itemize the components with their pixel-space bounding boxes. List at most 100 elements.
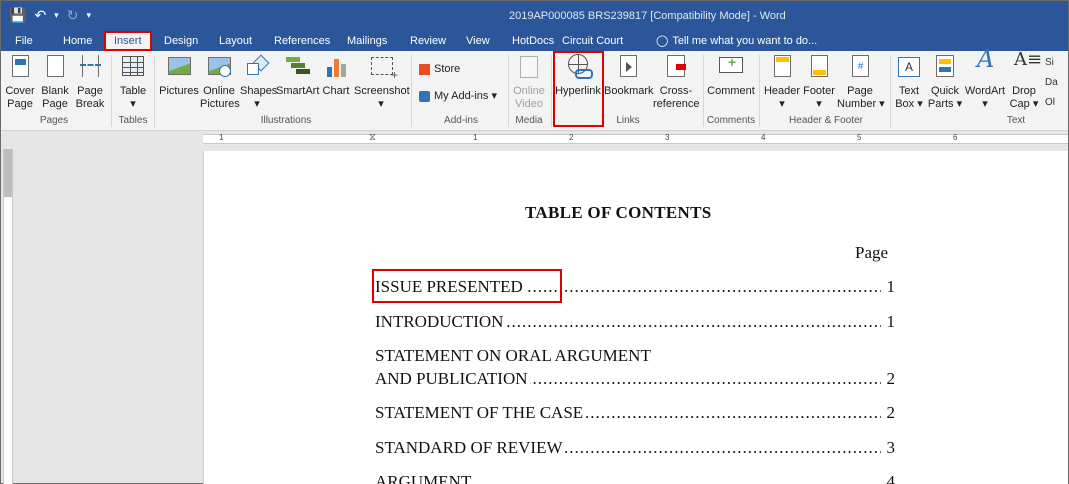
lightbulb-icon: ◯ bbox=[656, 35, 669, 47]
online-pictures-button[interactable]: Online Pictures bbox=[200, 53, 240, 111]
cross-reference-button[interactable]: Cross- reference bbox=[653, 53, 699, 111]
ruler-number: 5 bbox=[857, 133, 862, 142]
group-separator bbox=[759, 55, 760, 127]
vertical-ruler[interactable] bbox=[3, 149, 13, 484]
pictures-button[interactable]: Pictures bbox=[159, 53, 199, 98]
quick-parts-icon bbox=[936, 55, 954, 77]
group-label-tables: Tables bbox=[118, 115, 148, 126]
tab-home[interactable]: Home bbox=[63, 33, 92, 51]
smartart-button[interactable]: SmartArt bbox=[276, 53, 319, 98]
cover-page-button[interactable]: Cover Page bbox=[3, 53, 37, 111]
group-label-header-footer: Header & Footer bbox=[789, 115, 863, 126]
footer-button[interactable]: Footer ▾ bbox=[802, 53, 836, 111]
tab-view[interactable]: View bbox=[466, 33, 490, 51]
group-separator bbox=[111, 55, 112, 127]
drop-cap-button[interactable]: A≡ Drop Cap ▾ bbox=[1007, 49, 1043, 111]
tab-insert[interactable]: Insert bbox=[104, 31, 152, 51]
group-separator bbox=[411, 55, 412, 127]
blank-page-icon bbox=[47, 55, 64, 77]
toc-entry[interactable]: ........................................… bbox=[375, 312, 895, 334]
object-button[interactable]: Ol bbox=[1045, 97, 1055, 108]
shapes-icon bbox=[247, 54, 270, 77]
date-time-button[interactable]: Da bbox=[1045, 77, 1058, 88]
ruler-number: 2 bbox=[569, 133, 574, 142]
ribbon-insert: Cover Page Blank Page Page Break Pages T… bbox=[1, 45, 1068, 131]
hyperlink-highlight bbox=[553, 51, 604, 127]
group-separator bbox=[890, 55, 891, 127]
tab-file[interactable]: File bbox=[15, 33, 33, 51]
page-break-button[interactable]: Page Break bbox=[75, 53, 105, 111]
toc-entry[interactable]: ........................................… bbox=[375, 403, 895, 425]
group-label-comments: Comments bbox=[706, 115, 756, 126]
online-video-button[interactable]: Online Video bbox=[512, 53, 546, 111]
page-number-button[interactable]: # Page Number ▾ bbox=[837, 53, 885, 111]
tell-me-text: Tell me what you want to do... bbox=[672, 35, 818, 47]
issue-presented-highlight bbox=[372, 269, 562, 303]
tab-mailings[interactable]: Mailings bbox=[347, 33, 387, 51]
undo-dropdown-icon[interactable]: ▾ bbox=[54, 5, 59, 25]
ruler-number: 6 bbox=[953, 133, 958, 142]
my-addins-button[interactable]: My Add-ins ▾ bbox=[419, 90, 505, 103]
group-separator bbox=[508, 55, 509, 127]
toc-entry[interactable]: ........................................… bbox=[375, 369, 895, 391]
pictures-icon bbox=[168, 57, 191, 75]
group-separator bbox=[154, 55, 155, 127]
tab-circuit-court[interactable]: Circuit Court bbox=[562, 33, 623, 51]
header-button[interactable]: Header ▾ bbox=[763, 53, 801, 111]
bookmark-button[interactable]: Bookmark bbox=[604, 53, 654, 98]
signature-line-button[interactable]: Si bbox=[1045, 57, 1054, 68]
toc-page-label: Page bbox=[855, 243, 889, 262]
comment-icon bbox=[719, 56, 743, 73]
toc-entry[interactable]: ........................................… bbox=[375, 472, 895, 484]
tab-references[interactable]: References bbox=[274, 33, 330, 51]
text-box-button[interactable]: A Text Box ▾ bbox=[894, 53, 924, 111]
toc-entry[interactable]: ........................................… bbox=[375, 438, 895, 460]
text-box-icon: A bbox=[898, 57, 920, 77]
header-icon bbox=[774, 55, 791, 77]
wordart-icon: A bbox=[977, 45, 995, 73]
table-icon bbox=[122, 56, 144, 76]
table-button[interactable]: Table ▾ bbox=[118, 53, 148, 111]
shapes-button[interactable]: Shapes ▾ bbox=[240, 53, 277, 111]
group-label-addins: Add-ins bbox=[444, 115, 478, 126]
cross-reference-icon bbox=[667, 55, 686, 77]
footer-icon bbox=[811, 55, 828, 77]
online-video-icon bbox=[520, 56, 538, 78]
horizontal-ruler[interactable] bbox=[1, 131, 1068, 147]
indent-marker-icon[interactable]: ⧖ bbox=[369, 132, 376, 143]
store-button[interactable]: Store bbox=[419, 63, 499, 76]
ruler-number: 1 bbox=[219, 133, 224, 142]
group-label-illustrations: Illustrations bbox=[260, 115, 312, 126]
toc-entry-line1[interactable]: STATEMENT ON ORAL ARGUMENT bbox=[375, 346, 651, 366]
redo-icon[interactable]: ↻ bbox=[67, 5, 79, 25]
customize-icon[interactable]: ▾ bbox=[86, 5, 91, 25]
save-icon[interactable]: 💾 bbox=[9, 5, 26, 25]
chart-button[interactable]: Chart bbox=[321, 53, 351, 98]
comment-button[interactable]: Comment bbox=[707, 53, 755, 98]
page-break-icon bbox=[80, 55, 101, 77]
screenshot-button[interactable]: Screenshot ▾ bbox=[354, 53, 410, 111]
screenshot-icon bbox=[371, 57, 398, 82]
cover-page-icon bbox=[12, 55, 29, 77]
tell-me-search[interactable]: ◯ Tell me what you want to do... bbox=[656, 33, 817, 51]
undo-icon[interactable]: ↶ bbox=[34, 5, 46, 25]
ruler-number: 4 bbox=[761, 133, 766, 142]
group-separator bbox=[703, 55, 704, 127]
ruler-number: 3 bbox=[665, 133, 670, 142]
ribbon-tabs: File Home Insert Design Layout Reference… bbox=[1, 31, 1068, 51]
bookmark-icon bbox=[620, 55, 637, 77]
toc-title: TABLE OF CONTENTS bbox=[525, 203, 712, 222]
tab-design[interactable]: Design bbox=[164, 33, 198, 51]
group-label-pages: Pages bbox=[39, 115, 69, 126]
drop-cap-icon: A≡ bbox=[1014, 49, 1043, 70]
addins-icon bbox=[419, 90, 430, 102]
chart-icon bbox=[327, 57, 347, 77]
quick-parts-button[interactable]: Quick Parts ▾ bbox=[927, 53, 963, 111]
tab-hotdocs[interactable]: HotDocs bbox=[512, 33, 554, 51]
tab-layout[interactable]: Layout bbox=[219, 33, 252, 51]
ruler-number: 1 bbox=[473, 133, 478, 142]
title-bar: 💾 ↶ ▾ ↻ ▾ 2019AP000085 BRS239817 [Compat… bbox=[1, 1, 1068, 31]
blank-page-button[interactable]: Blank Page bbox=[39, 53, 71, 111]
wordart-button[interactable]: A WordArt ▾ bbox=[964, 45, 1006, 111]
tab-review[interactable]: Review bbox=[410, 33, 446, 51]
